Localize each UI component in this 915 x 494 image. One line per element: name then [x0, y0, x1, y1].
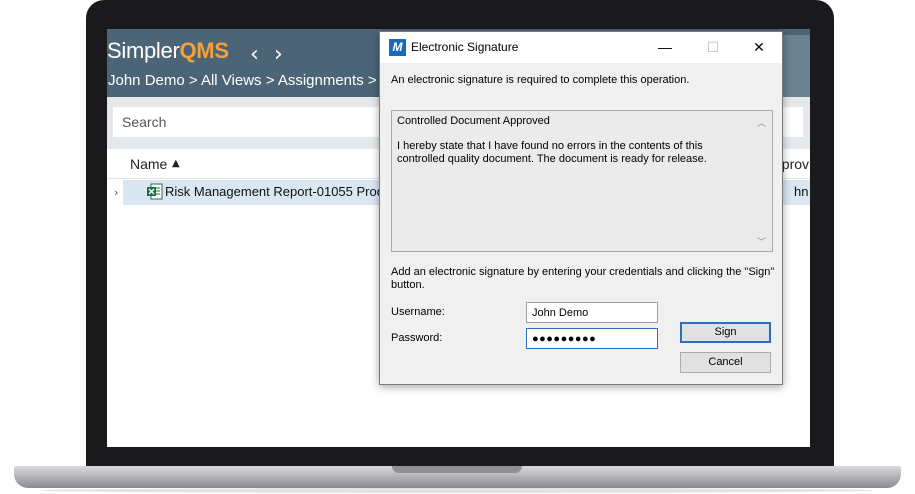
- username-field[interactable]: [526, 302, 658, 323]
- password-label: Password:: [391, 332, 443, 344]
- sort-ascending-icon[interactable]: ▲: [172, 158, 180, 169]
- expand-row-icon[interactable]: ›: [114, 186, 118, 199]
- sign-button[interactable]: Sign: [680, 322, 771, 343]
- m-files-icon: M: [389, 39, 406, 56]
- minimize-icon[interactable]: —: [650, 36, 680, 58]
- row-approver: hn De: [794, 184, 810, 199]
- scroll-down-icon[interactable]: ﹀: [757, 235, 766, 248]
- breadcrumb[interactable]: John Demo > All Views > Assignments > 3.…: [108, 72, 402, 89]
- app-logo: SimplerQMS: [107, 38, 229, 64]
- maximize-icon: ☐: [706, 39, 720, 55]
- laptop-shadow: [40, 488, 875, 493]
- dialog-message: An electronic signature is required to c…: [391, 74, 690, 86]
- statement-textbox[interactable]: Controlled Document Approved I hereby st…: [391, 110, 773, 252]
- instructions-text: Add an electronic signature by entering …: [391, 266, 775, 291]
- forward-arrow-icon[interactable]: ›: [274, 42, 283, 67]
- statement-title: Controlled Document Approved: [397, 115, 550, 127]
- excel-file-icon: [147, 183, 163, 200]
- dialog-titlebar: M Electronic Signature — ☐ ✕: [380, 32, 782, 63]
- scroll-up-icon[interactable]: ︿: [757, 116, 766, 129]
- laptop-notch: [392, 466, 522, 473]
- statement-body: I hereby state that I have found no erro…: [397, 140, 707, 165]
- column-name[interactable]: Name: [130, 156, 167, 172]
- electronic-signature-dialog: M Electronic Signature — ☐ ✕ An electron…: [379, 31, 783, 385]
- logo-accent: QMS: [179, 38, 229, 63]
- username-label: Username:: [391, 306, 445, 318]
- back-arrow-icon[interactable]: ‹: [250, 42, 259, 67]
- logo-text: Simpler: [107, 38, 180, 63]
- close-icon[interactable]: ✕: [744, 36, 774, 58]
- dialog-title: Electronic Signature: [411, 40, 519, 54]
- password-field[interactable]: [526, 328, 658, 349]
- cancel-button[interactable]: Cancel: [680, 352, 771, 373]
